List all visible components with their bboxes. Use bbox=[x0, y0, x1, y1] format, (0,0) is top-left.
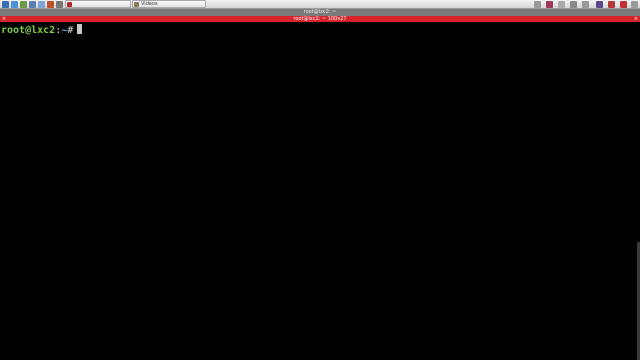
launcher-icon[interactable] bbox=[56, 1, 63, 8]
terminal-view[interactable]: root@lxc2:~# bbox=[0, 22, 640, 360]
tray-icon[interactable] bbox=[596, 1, 603, 8]
tray-icon[interactable] bbox=[558, 1, 565, 8]
launcher-icon[interactable] bbox=[38, 1, 45, 8]
text-cursor bbox=[77, 24, 83, 34]
tray-icon[interactable] bbox=[582, 1, 589, 8]
window-titlebar[interactable]: root@lxc2: ~ – □ × bbox=[0, 9, 640, 27]
tray-icon[interactable] bbox=[631, 1, 638, 8]
tray-icon[interactable] bbox=[546, 1, 553, 8]
logout-icon[interactable] bbox=[620, 1, 627, 8]
app-menu-icon[interactable] bbox=[2, 1, 9, 8]
launcher-icon[interactable] bbox=[47, 1, 54, 8]
launcher-icon[interactable] bbox=[20, 1, 27, 8]
taskbar-task-terminal[interactable] bbox=[65, 0, 131, 8]
tray-icon[interactable] bbox=[534, 1, 541, 8]
taskbar: Vidéos bbox=[0, 0, 640, 9]
power-icon[interactable] bbox=[608, 1, 615, 8]
taskbar-task-label: Vidéos bbox=[141, 1, 158, 7]
prompt-user-host: root@lxc2 bbox=[1, 25, 56, 36]
tray-icon[interactable] bbox=[570, 1, 577, 8]
prompt-symbol: # bbox=[67, 25, 74, 36]
launcher-icon[interactable] bbox=[11, 1, 18, 8]
terminal-icon bbox=[67, 2, 72, 7]
prompt-line: root@lxc2:~# bbox=[1, 24, 83, 37]
window-title: root@lxc2: ~ bbox=[303, 9, 337, 15]
launcher-icon[interactable] bbox=[29, 1, 36, 8]
window-controls: – □ × bbox=[607, 10, 638, 27]
taskbar-task-videos[interactable]: Vidéos bbox=[132, 0, 206, 8]
folder-icon bbox=[134, 2, 139, 7]
